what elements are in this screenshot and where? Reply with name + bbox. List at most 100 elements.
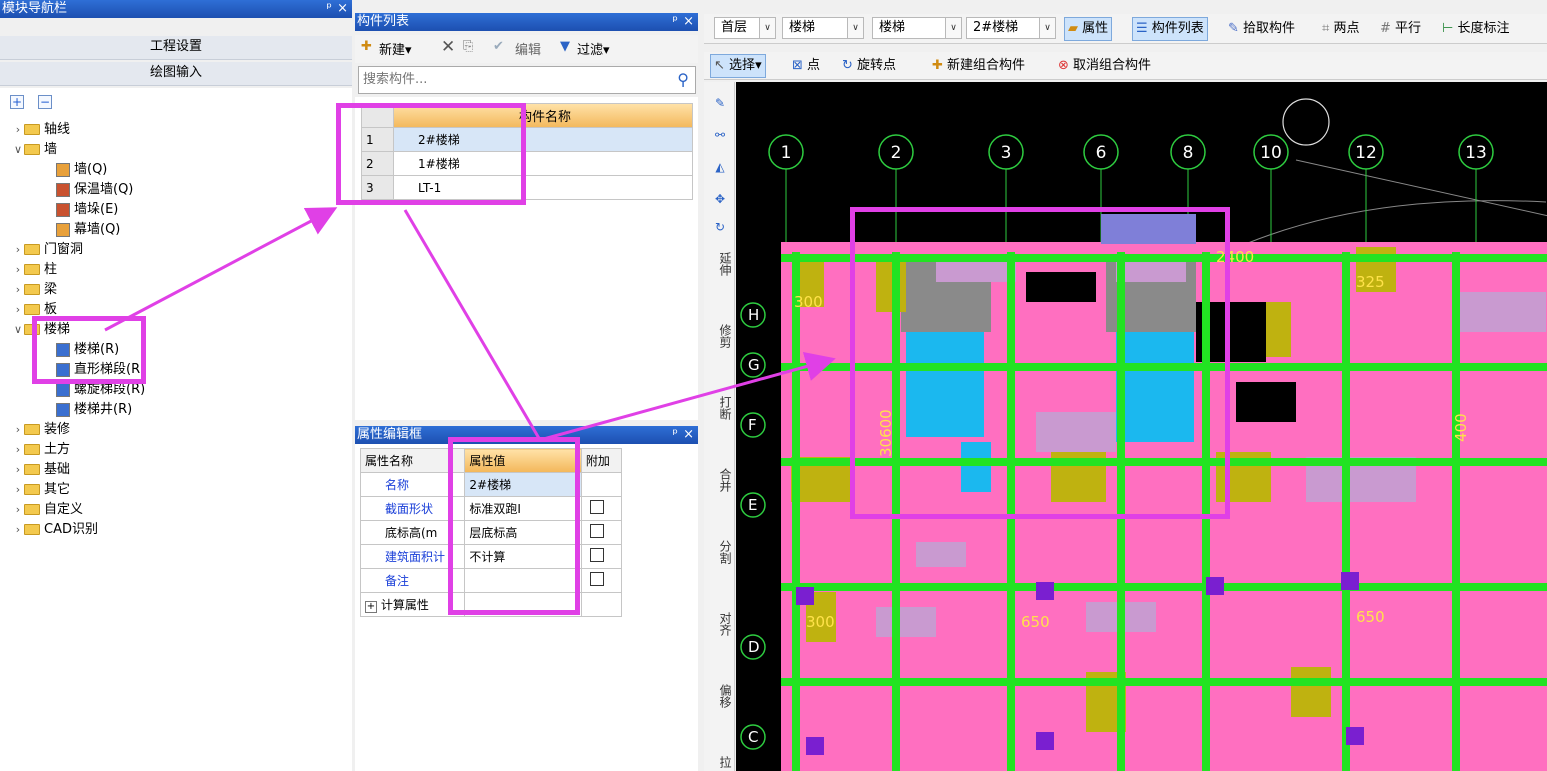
- filter-button[interactable]: 过滤▾: [577, 39, 610, 58]
- parallel-label: 平行: [1395, 21, 1422, 36]
- tree-item[interactable]: › CAD识别: [0, 520, 352, 540]
- folder-icon: [24, 524, 40, 535]
- search-input[interactable]: [359, 67, 659, 91]
- chevron-down-icon[interactable]: ∨: [12, 140, 24, 160]
- tree-item[interactable]: 保温墙(Q): [0, 180, 352, 200]
- type-select[interactable]: 楼梯 ∨: [872, 17, 962, 39]
- modify-tool-button[interactable]: 分割: [708, 540, 732, 564]
- chevron-right-icon[interactable]: ›: [12, 500, 24, 520]
- extra-checkbox[interactable]: [589, 524, 604, 538]
- chevron-right-icon[interactable]: ›: [12, 440, 24, 460]
- dimension-label: 300: [794, 293, 823, 311]
- tree-item[interactable]: 墙(Q): [0, 160, 352, 180]
- modify-tool-button[interactable]: 打断: [708, 396, 732, 420]
- chevron-right-icon[interactable]: ›: [12, 240, 24, 260]
- highlight-stair-plan: [850, 207, 1230, 519]
- category-select[interactable]: 楼梯 ∨: [782, 17, 864, 39]
- chevron-right-icon[interactable]: ›: [12, 480, 24, 500]
- highlight-prop-values: [448, 437, 580, 615]
- modify-tool-button[interactable]: 修剪: [708, 324, 732, 348]
- axis-label: H: [748, 306, 759, 324]
- extra-checkbox[interactable]: [589, 572, 604, 586]
- cancel-group-button[interactable]: ⊗ 取消组合构件: [1058, 54, 1151, 78]
- chevron-right-icon[interactable]: ›: [12, 460, 24, 480]
- chevron-right-icon[interactable]: ›: [12, 300, 24, 320]
- pin-icon[interactable]: ᵖ: [672, 426, 678, 444]
- dimension-icon: ⊢: [1442, 21, 1454, 36]
- attribute-button[interactable]: ▰ 属性: [1064, 17, 1113, 41]
- modify-tool-button[interactable]: 对齐: [708, 612, 732, 636]
- edit-button[interactable]: 编辑: [515, 39, 541, 58]
- modify-tool-button[interactable]: 拉: [708, 756, 732, 768]
- tree-item[interactable]: › 柱: [0, 260, 352, 280]
- delete-icon[interactable]: ✕: [441, 37, 455, 57]
- tree-item[interactable]: › 装修: [0, 420, 352, 440]
- move-icon[interactable]: ✥: [708, 192, 732, 206]
- floor-value: 首层: [721, 20, 748, 35]
- pin-icon[interactable]: ᵖ: [672, 13, 678, 31]
- floor-select[interactable]: 首层 ∨: [714, 17, 776, 39]
- modify-tool-button[interactable]: 偏移: [708, 684, 732, 708]
- tree-item[interactable]: › 自定义: [0, 500, 352, 520]
- chevron-down-icon[interactable]: ∨: [12, 320, 24, 340]
- tree-item[interactable]: 墙垛(E): [0, 200, 352, 220]
- collapse-all-button[interactable]: −: [38, 95, 52, 109]
- new-button[interactable]: 新建▾: [379, 39, 412, 58]
- tree-item-label: 保温墙(Q): [74, 182, 134, 197]
- category-value: 楼梯: [789, 20, 816, 35]
- close-icon[interactable]: ×: [683, 13, 694, 31]
- tree-item[interactable]: ∨ 墙: [0, 140, 352, 160]
- drawing-input-button[interactable]: 绘图输入: [0, 62, 352, 86]
- chevron-right-icon[interactable]: ›: [12, 420, 24, 440]
- project-settings-button[interactable]: 工程设置: [0, 36, 352, 60]
- tree-item[interactable]: › 基础: [0, 460, 352, 480]
- cursor-icon: ↖: [714, 58, 725, 73]
- tree-item[interactable]: › 梁: [0, 280, 352, 300]
- chevron-right-icon[interactable]: ›: [12, 260, 24, 280]
- brush-icon[interactable]: ✎: [708, 96, 732, 110]
- copy-icon[interactable]: ⚯: [708, 128, 732, 142]
- close-icon[interactable]: ×: [337, 0, 348, 18]
- tree-item[interactable]: › 土方: [0, 440, 352, 460]
- rotate-icon[interactable]: ↻: [708, 220, 732, 234]
- chevron-right-icon[interactable]: ›: [12, 520, 24, 540]
- chevron-down-icon: ∨: [945, 18, 961, 38]
- search-icon[interactable]: ⚲: [677, 70, 689, 89]
- expand-icon[interactable]: +: [365, 601, 377, 613]
- chevron-right-icon[interactable]: ›: [12, 120, 24, 140]
- complist-panel-title: 构件列表 ᵖ ×: [355, 13, 698, 31]
- component-select[interactable]: 2#楼梯 ∨: [966, 17, 1056, 39]
- modify-tool-button[interactable]: 延伸: [708, 252, 732, 276]
- rotate-point-button[interactable]: ↻ 旋转点: [842, 54, 896, 78]
- close-icon[interactable]: ×: [683, 426, 694, 444]
- length-dimension-button[interactable]: ⊢ 长度标注: [1442, 17, 1509, 41]
- extra-checkbox[interactable]: [589, 500, 604, 514]
- column-header-extra: 附加: [580, 448, 623, 473]
- pin-icon[interactable]: ᵖ: [326, 0, 332, 18]
- tree-item[interactable]: › 其它: [0, 480, 352, 500]
- tree-item[interactable]: 楼梯井(R): [0, 400, 352, 420]
- folder-icon: [24, 424, 40, 435]
- complist-toggle-button[interactable]: ☰ 构件列表: [1132, 17, 1208, 41]
- copy-icon[interactable]: ⎘: [463, 39, 473, 54]
- extra-checkbox[interactable]: [589, 548, 604, 562]
- chevron-right-icon[interactable]: ›: [12, 280, 24, 300]
- parallel-button[interactable]: # 平行: [1380, 17, 1421, 41]
- axis-label: F: [748, 416, 757, 434]
- mirror-icon[interactable]: ◭: [708, 160, 732, 174]
- attribute-icon: ▰: [1068, 21, 1078, 36]
- pick-component-button[interactable]: ✎ 拾取构件: [1228, 17, 1295, 41]
- select-button[interactable]: ↖ 选择▾: [710, 54, 766, 78]
- point-button[interactable]: ⊠ 点: [792, 54, 820, 78]
- tree-item[interactable]: › 轴线: [0, 120, 352, 140]
- tree-item[interactable]: › 门窗洞: [0, 240, 352, 260]
- axis-label: G: [748, 356, 760, 374]
- new-group-button[interactable]: ✚ 新建组合构件: [932, 54, 1025, 78]
- two-point-button[interactable]: ⌗ 两点: [1322, 17, 1359, 41]
- tree-item-label: 幕墙(Q): [74, 222, 121, 237]
- component-icon: [56, 182, 70, 197]
- modify-tool-button[interactable]: 合并: [708, 468, 732, 492]
- component-icon: [56, 202, 70, 217]
- expand-all-button[interactable]: +: [10, 95, 24, 109]
- tree-item[interactable]: 幕墙(Q): [0, 220, 352, 240]
